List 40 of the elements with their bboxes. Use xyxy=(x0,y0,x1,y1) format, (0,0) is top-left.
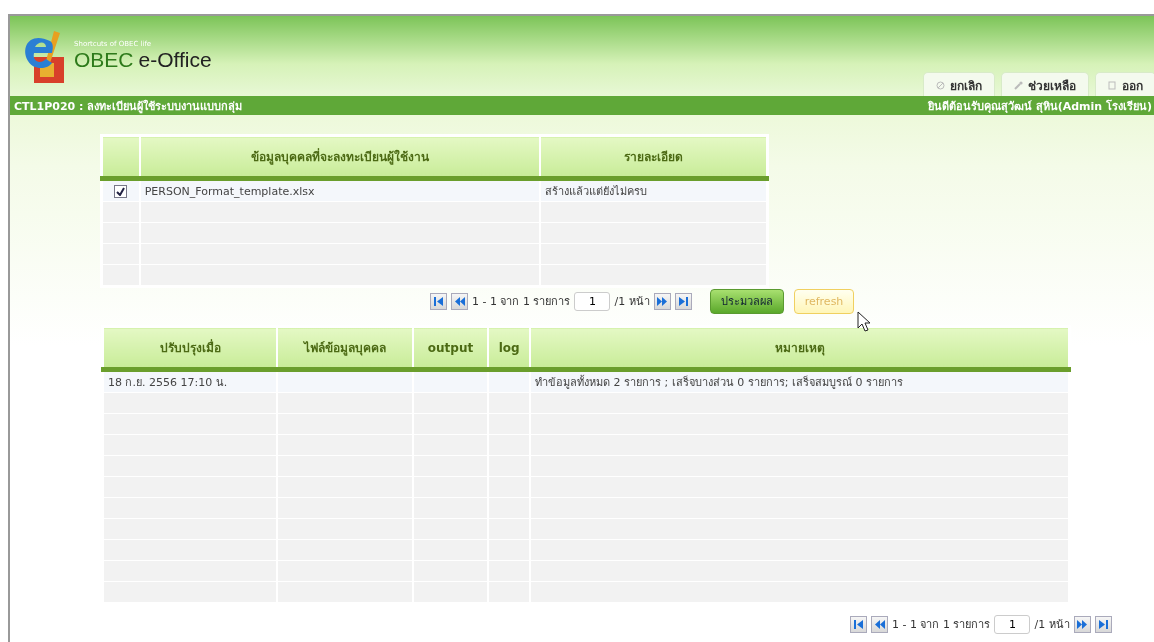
last-page-icon xyxy=(676,294,690,308)
rewind-icon xyxy=(453,294,466,308)
fast-forward-icon xyxy=(1075,617,1089,631)
page-total: /1 หน้า xyxy=(1034,617,1070,633)
pager-summary: 1 - 1 จาก 1 รายการ xyxy=(892,617,991,633)
last-page-icon xyxy=(1096,617,1110,631)
row-checkbox[interactable] xyxy=(114,184,128,198)
exit-icon xyxy=(1108,81,1117,90)
first-page-icon xyxy=(432,294,445,308)
rewind-icon xyxy=(873,617,886,631)
page-number-field[interactable]: 1 xyxy=(574,291,611,311)
process-button[interactable]: ประมวลผล xyxy=(709,288,784,314)
header-action-tab[interactable]: ออก xyxy=(1095,72,1154,96)
first-page-button[interactable] xyxy=(850,615,867,633)
first-page-button[interactable] xyxy=(430,292,447,310)
prev-page-button[interactable] xyxy=(871,615,888,633)
first-page-icon xyxy=(852,617,865,631)
cancel-icon xyxy=(936,81,945,90)
brand-title: OBEC e-Office xyxy=(74,48,212,72)
column-header: ปรับปรุงเมื่อ xyxy=(102,326,278,370)
fast-forward-icon xyxy=(655,294,669,308)
column-header: ข้อมูลบุคคลที่จะลงทะเบียนผู้ใช้งาน xyxy=(139,135,541,179)
last-page-button[interactable] xyxy=(674,292,692,310)
column-header: หมายเหตุ xyxy=(530,326,1070,370)
page-number-field[interactable]: 1 xyxy=(994,614,1031,634)
column-header: ไฟล์ข้อมูลบุคคล xyxy=(277,326,413,370)
column-header: รายละเอียด xyxy=(540,135,768,179)
last-page-button[interactable] xyxy=(1094,615,1112,633)
column-header: log xyxy=(488,326,531,370)
column-header: output xyxy=(412,326,489,370)
header-action-tab[interactable]: ช่วยเหลือ xyxy=(1001,72,1089,96)
header-action-tab[interactable]: ยกเลิก xyxy=(923,72,995,96)
welcome-text: ยินดีต้อนรับคุณสุวัฒน์ สุหิน(Admin โรงเรียน) xyxy=(927,98,1152,115)
next-page-button[interactable] xyxy=(653,292,671,310)
page-total: /1 หน้า xyxy=(614,294,650,310)
wrench-icon xyxy=(1014,81,1023,90)
next-page-button[interactable] xyxy=(1073,615,1091,633)
page-title: CTL1P020 : ลงทะเบียนผู้ใช้ระบบงานแบบกลุ่ม xyxy=(14,98,243,115)
prev-page-button[interactable] xyxy=(451,292,468,310)
pager-summary: 1 - 1 จาก 1 รายการ xyxy=(472,294,571,310)
